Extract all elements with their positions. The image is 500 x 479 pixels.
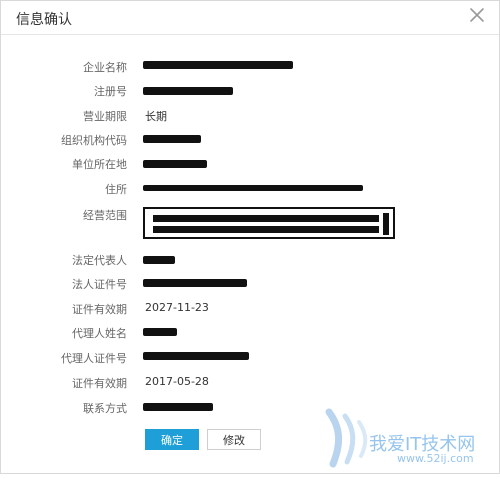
dialog-title: 信息确认 xyxy=(16,12,72,28)
field-label: 法人证件号 xyxy=(72,278,127,291)
field-row-legal-id: 法人证件号 xyxy=(1,276,499,296)
field-row-org-code: 组织机构代码 xyxy=(1,132,499,152)
edit-button[interactable]: 修改 xyxy=(207,429,261,450)
redacted-value xyxy=(143,61,293,69)
field-row-legal-rep: 法定代表人 xyxy=(1,252,499,272)
redacted-value xyxy=(143,279,247,287)
dialog-header: 信息确认 xyxy=(1,1,499,35)
redacted-value xyxy=(143,403,213,411)
field-row-contact: 联系方式 xyxy=(1,400,499,420)
watermark-title: 我爱IT技术网 xyxy=(369,434,476,455)
field-label: 代理人证件号 xyxy=(61,352,127,365)
field-label: 法定代表人 xyxy=(72,254,127,267)
field-label: 企业名称 xyxy=(83,61,127,74)
redacted-value xyxy=(143,160,207,168)
field-label: 证件有效期 xyxy=(72,377,127,390)
field-value: 长期 xyxy=(145,110,167,123)
field-value: 2027-11-23 xyxy=(145,301,209,314)
field-row-address: 住所 xyxy=(1,181,499,201)
field-label: 注册号 xyxy=(94,85,127,98)
redacted-value xyxy=(153,215,379,222)
field-label: 单位所在地 xyxy=(72,158,127,171)
field-label: 代理人姓名 xyxy=(72,327,127,340)
field-row-business-term: 营业期限 长期 xyxy=(1,108,499,128)
field-label: 证件有效期 xyxy=(72,303,127,316)
confirm-button[interactable]: 确定 xyxy=(145,429,199,450)
redacted-value xyxy=(143,328,177,336)
redacted-value xyxy=(143,135,201,143)
redacted-value xyxy=(153,226,379,233)
redacted-value xyxy=(143,87,233,95)
field-label: 联系方式 xyxy=(83,402,127,415)
scrollbar[interactable] xyxy=(383,213,389,235)
field-row-company-name: 企业名称 xyxy=(1,59,499,79)
field-label: 组织机构代码 xyxy=(61,134,127,147)
field-row-legal-id-expiry: 证件有效期 2027-11-23 xyxy=(1,301,499,321)
field-row-registration-no: 注册号 xyxy=(1,83,499,103)
redacted-value xyxy=(143,256,175,264)
close-icon[interactable] xyxy=(467,5,487,25)
field-row-location: 单位所在地 xyxy=(1,156,499,176)
watermark-url: www.52ij.com xyxy=(397,452,474,465)
redacted-value xyxy=(143,185,363,191)
redacted-value xyxy=(143,352,249,360)
field-label: 经营范围 xyxy=(83,209,127,222)
field-label: 住所 xyxy=(105,183,127,196)
field-label: 营业期限 xyxy=(83,110,127,123)
info-confirm-dialog: 信息确认 企业名称 注册号 营业期限 长期 组织机构代码 单位所在地 住所 经营… xyxy=(0,0,500,474)
field-row-agent-id: 代理人证件号 xyxy=(1,350,499,370)
field-row-agent-name: 代理人姓名 xyxy=(1,325,499,345)
field-row-agent-id-expiry: 证件有效期 2017-05-28 xyxy=(1,375,499,395)
business-scope-box xyxy=(143,207,395,239)
field-value: 2017-05-28 xyxy=(145,375,209,388)
